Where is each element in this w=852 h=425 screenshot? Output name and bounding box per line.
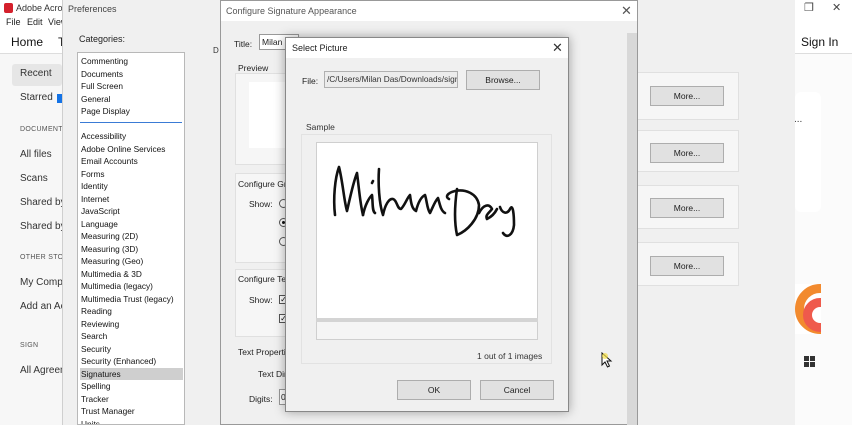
categories-separator <box>80 122 182 123</box>
select-picture-titlebar: Select Picture ✕ <box>286 38 568 58</box>
sidebar-item-shared-by-you[interactable]: Shared by <box>20 197 66 208</box>
sidebar-heading-documents: DOCUMENTS <box>20 126 68 133</box>
category-item[interactable]: Measuring (Geo) <box>80 255 183 267</box>
category-item[interactable]: Documents <box>80 68 183 80</box>
sidebar-item-all-files[interactable]: All files <box>20 149 52 160</box>
category-item[interactable]: Reviewing <box>80 318 183 330</box>
title-label: Title: <box>234 39 253 49</box>
category-item[interactable]: Reading <box>80 305 183 317</box>
configure-signature-titlebar: Configure Signature Appearance ✕ <box>221 1 637 21</box>
more-button-timestamps[interactable]: More... <box>650 256 724 276</box>
category-item[interactable]: Internet <box>80 193 183 205</box>
category-item[interactable]: Measuring (3D) <box>80 243 183 255</box>
category-item[interactable]: Commenting <box>80 55 183 67</box>
category-item[interactable]: General <box>80 93 183 105</box>
category-item[interactable]: Language <box>80 218 183 230</box>
category-item[interactable]: Full Screen <box>80 80 183 92</box>
promo-card <box>795 92 821 212</box>
category-item[interactable]: Adobe Online Services <box>80 143 183 155</box>
category-item[interactable]: Spelling <box>80 380 183 392</box>
sample-label: Sample <box>306 122 335 132</box>
home-sidebar: Recent Starred DOCUMENTS All files Scans… <box>0 54 84 425</box>
category-item[interactable]: Multimedia (legacy) <box>80 280 183 292</box>
more-button-identities[interactable]: More... <box>650 198 724 218</box>
category-item-selected[interactable]: Signatures <box>80 367 183 380</box>
preview-label: Preview <box>238 63 269 73</box>
category-item[interactable]: Forms <box>80 168 183 180</box>
sidebar-item-recent[interactable]: Recent <box>20 68 52 79</box>
sidebar-heading-sign: SIGN <box>20 342 39 349</box>
acrobat-logo-icon <box>4 3 13 13</box>
promo-graphic <box>795 284 821 334</box>
file-label: File: <box>302 76 319 86</box>
restore-icon[interactable]: ❐ <box>804 1 814 14</box>
categories-label: Categories: <box>79 34 126 44</box>
preferences-title: Preferences <box>68 4 117 14</box>
cancel-button[interactable]: Cancel <box>480 380 554 400</box>
select-picture-dialog: Select Picture ✕ File: /C/Users/Milan Da… <box>285 37 569 412</box>
apps-grid-icon[interactable] <box>804 356 815 367</box>
category-item[interactable]: Security (Enhanced) <box>80 355 183 367</box>
browse-button[interactable]: Browse... <box>466 70 540 90</box>
category-item[interactable]: Trust Manager <box>80 405 183 417</box>
sidebar-item-scans[interactable]: Scans <box>20 173 48 184</box>
sidebar-item-add-account[interactable]: Add an Ac <box>20 301 66 312</box>
category-item[interactable]: Search <box>80 330 183 342</box>
categories-list[interactable]: Commenting Documents Full Screen General Pag… <box>77 52 185 425</box>
show-text-label: Show: <box>249 295 273 305</box>
signature-sample-image <box>316 142 538 340</box>
configure-graphic-label: Configure Gra <box>238 179 292 189</box>
menu-file[interactable]: File <box>6 17 21 27</box>
more-options-icon[interactable]: ... <box>794 114 802 125</box>
category-item[interactable]: Security <box>80 343 183 355</box>
close-icon[interactable]: ✕ <box>552 40 563 56</box>
tab-home[interactable]: Home <box>11 35 43 49</box>
category-item[interactable]: Multimedia & 3D <box>80 268 183 280</box>
show-graphic-label: Show: <box>249 199 273 209</box>
category-item[interactable]: Multimedia Trust (legacy) <box>80 293 183 305</box>
close-icon[interactable]: ✕ <box>621 3 632 19</box>
category-item[interactable]: Accessibility <box>80 130 183 142</box>
image-count-label: 1 out of 1 images <box>477 351 543 361</box>
category-item[interactable]: Page Display <box>80 105 183 117</box>
sidebar-item-starred[interactable]: Starred <box>20 92 53 103</box>
select-picture-title: Select Picture <box>292 43 348 53</box>
more-button-creation[interactable]: More... <box>650 86 724 106</box>
menu-edit[interactable]: Edit <box>27 17 43 27</box>
category-item[interactable]: JavaScript <box>80 205 183 217</box>
sample-strip <box>316 322 538 340</box>
signature-drawing <box>332 165 516 238</box>
close-window-icon[interactable]: ✕ <box>832 1 841 14</box>
section-label: D <box>213 46 219 55</box>
sign-in-button[interactable]: Sign In <box>801 35 838 49</box>
more-button-verification[interactable]: More... <box>650 143 724 163</box>
configure-scrollbar[interactable] <box>627 33 637 425</box>
sidebar-item-shared-by-others[interactable]: Shared by <box>20 221 66 232</box>
category-item[interactable]: Measuring (2D) <box>80 230 183 242</box>
digits-label: Digits: <box>249 394 273 404</box>
configure-signature-title: Configure Signature Appearance <box>226 6 357 16</box>
category-item[interactable]: Units <box>80 418 183 425</box>
ok-button[interactable]: OK <box>397 380 471 400</box>
category-item[interactable]: Email Accounts <box>80 155 183 167</box>
mouse-cursor-icon <box>601 352 613 368</box>
category-item[interactable]: Identity <box>80 180 183 192</box>
file-path-input[interactable]: /C/Users/Milan Das/Downloads/sign <box>324 71 458 88</box>
category-item[interactable]: Tracker <box>80 393 183 405</box>
